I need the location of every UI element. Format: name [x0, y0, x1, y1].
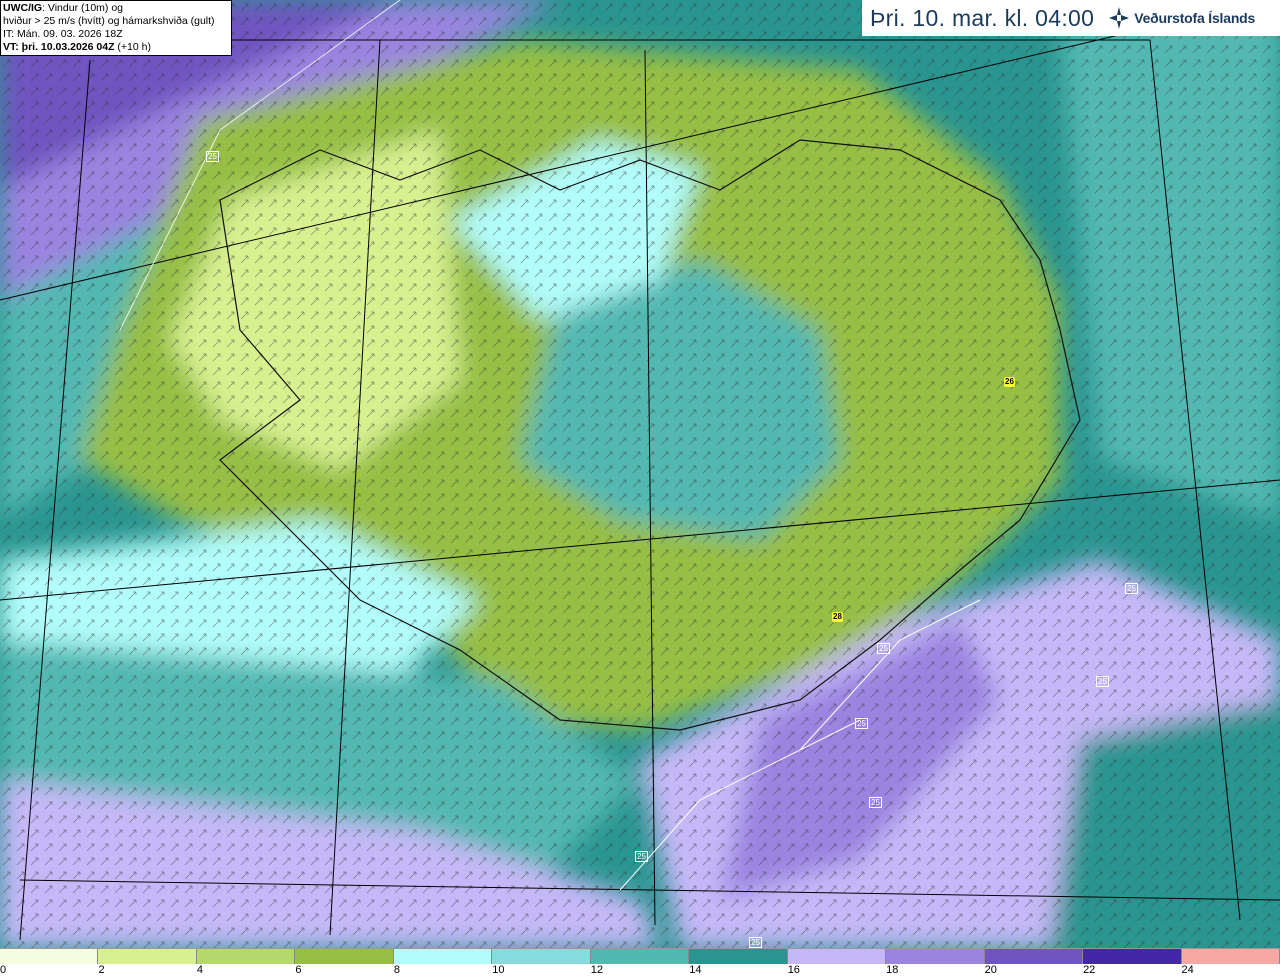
legend-color-bin — [984, 949, 1084, 964]
description-line-2: hviður > 25 m/s (hvítt) og hámarkshviða … — [3, 15, 215, 27]
legend-color-bin — [393, 949, 493, 964]
initial-time: IT: Mán. 09. 03. 2026 18Z — [3, 28, 123, 40]
legend-color-bin — [689, 949, 788, 964]
gust-label: 25 — [877, 643, 890, 654]
legend-tick-label: 18 — [886, 964, 899, 976]
valid-offset: (+10 h) — [117, 41, 151, 53]
legend-tick-label: 16 — [787, 964, 800, 976]
legend-color-bin — [0, 949, 99, 964]
forecast-date: Þri. 10. mar. kl. 04:00 — [870, 4, 1095, 31]
legend-tick-label: 14 — [689, 964, 702, 976]
brand-name: Veðurstofa Íslands — [1134, 10, 1256, 26]
legend-color-bin — [886, 949, 985, 964]
gust-label: 25 — [206, 151, 219, 162]
gust-label: 25 — [635, 851, 648, 862]
legend-color-bin — [590, 949, 690, 964]
legend-tick-label: 12 — [590, 964, 604, 976]
gust-label: 25 — [749, 937, 762, 948]
brand-logo: Veðurstofa Íslands — [1108, 6, 1255, 30]
legend-color-bin — [1083, 949, 1182, 964]
legend-tick-label: 20 — [984, 964, 997, 976]
wind-map — [0, 0, 1280, 948]
legend-color-bin — [98, 949, 197, 964]
legend-tick-label: 0 — [0, 964, 7, 976]
gust-label: 25 — [1125, 583, 1138, 594]
legend-color-bin — [196, 949, 296, 964]
valid-time: VT: þri. 10.03.2026 04Z — [3, 41, 115, 53]
legend-color-bin — [1181, 949, 1280, 964]
legend-tick-label: 22 — [1083, 964, 1096, 976]
max-gust-label: 28 — [832, 612, 843, 622]
header: Þri. 10. mar. kl. 04:00 Veðurstofa Íslan… — [862, 0, 1280, 36]
description-line-1: : Vindur (10m) og — [42, 2, 124, 14]
legend-tick-label: 8 — [393, 964, 400, 976]
gust-label: 25 — [869, 797, 882, 808]
legend-tick-label: 4 — [196, 964, 204, 976]
max-gust-label: 26 — [1004, 377, 1015, 387]
legend-color-bin — [787, 949, 887, 964]
vedurstofa-logo-icon — [1109, 7, 1130, 29]
legend-tick-label: 6 — [295, 964, 302, 976]
color-legend: 0 2 4 6 8 10 12 14 16 18 20 22 24 — [0, 948, 1280, 978]
wind-arrows — [0, 0, 1280, 948]
gust-label: 25 — [1096, 676, 1109, 687]
legend-tick-label: 2 — [98, 964, 105, 976]
legend-tick-label: 24 — [1181, 964, 1194, 976]
gust-label: 25 — [855, 718, 868, 729]
legend-color-bin — [295, 949, 394, 964]
forecast-info-box: UWC/IG: Vindur (10m) og hviður > 25 m/s … — [0, 0, 232, 56]
legend-color-bin — [492, 949, 591, 964]
model-name: UWC/IG — [3, 2, 43, 14]
legend-tick-label: 10 — [492, 964, 505, 976]
